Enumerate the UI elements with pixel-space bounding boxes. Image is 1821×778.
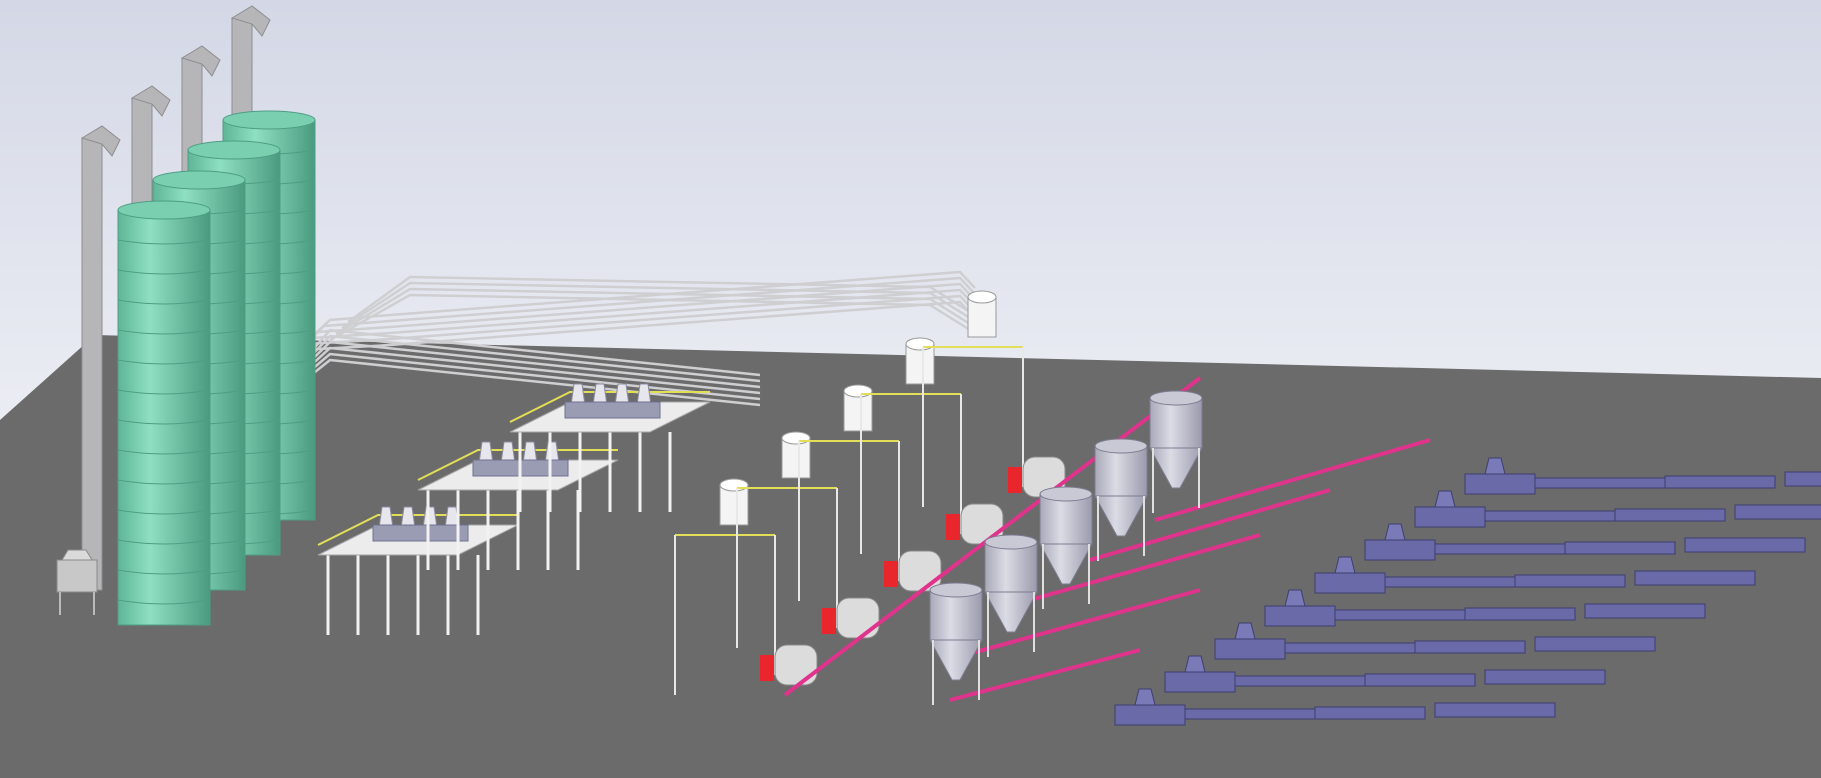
silo bbox=[117, 200, 211, 626]
plant-3d-scene bbox=[0, 0, 1821, 778]
cad-viewport[interactable] bbox=[0, 0, 1821, 778]
